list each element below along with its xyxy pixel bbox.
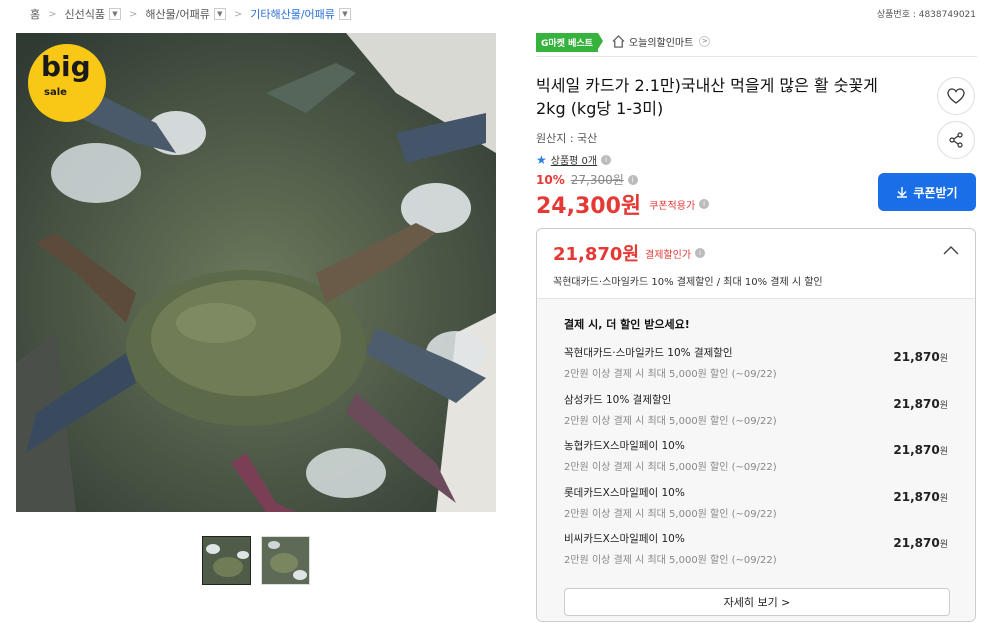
more-details-button[interactable]: 자세히 보기 > — [564, 587, 950, 616]
payment-discount-price: 21,870원 — [553, 244, 640, 265]
review-summary: ★ 상품평 0개 i — [536, 152, 977, 167]
offer-condition: 2만원 이상 결제 시 최대 5,000원 할인 (~09/22) — [564, 415, 777, 427]
wishlist-button[interactable] — [937, 77, 975, 115]
chevron-down-icon[interactable]: ▼ — [338, 8, 351, 20]
original-price: 27,300원 — [570, 173, 624, 187]
chevron-right-icon: > — [233, 8, 243, 20]
card-summary[interactable]: 21,870원 결제할인가 i 꼭현대카드·스마일카드 10% 결제할인 / 최… — [537, 229, 975, 299]
share-icon — [949, 132, 963, 148]
product-tags: G마켓 베스트 오늘의할인마트 > — [536, 30, 977, 57]
breadcrumb-label: 기타해산물/어패류 — [250, 8, 335, 21]
share-button[interactable] — [937, 121, 975, 159]
info-icon[interactable]: i — [601, 154, 612, 165]
discount-rate: 10% — [536, 172, 565, 187]
chevron-right-icon: > — [699, 35, 711, 47]
offer-name: 롯데카드X스마일페이 10% — [564, 486, 685, 499]
offer-condition: 2만원 이상 결제 시 최대 5,000원 할인 (~09/22) — [564, 555, 777, 566]
offer-name: 비씨카드X스마일페이 10% — [564, 533, 685, 545]
breadcrumb: 홈 > 신선식품 ▼ > 해산물/어패류 ▼ > 기타해산물/어패류 ▼ — [30, 5, 351, 23]
thumbnail-1[interactable] — [202, 536, 251, 585]
badge-sale-text: sale — [44, 87, 67, 98]
product-origin: 원산지 : 국산 — [536, 132, 598, 145]
breadcrumb-home-label: 홈 — [30, 8, 41, 21]
payment-discount-label: 결제할인가 — [645, 249, 692, 261]
review-link[interactable]: 상품평 0개 — [551, 152, 597, 167]
offer-item: 농협카드X스마일페이 10% 2만원 이상 결제 시 최대 5,000원 할인 … — [564, 438, 948, 485]
offer-condition: 2만원 이상 결제 시 최대 5,000원 할인 (~09/22) — [564, 369, 777, 380]
product-title: 빅세일 카드가 2.1만)국내산 먹을게 많은 활 숫꽃게 2kg (kg당 1… — [536, 76, 878, 118]
chevron-right-icon: > — [48, 8, 57, 20]
offer-amount-unit: 원 — [939, 540, 948, 550]
download-icon — [897, 187, 908, 198]
offer-amount-unit: 원 — [939, 400, 948, 411]
coupon-applied-label: 쿠폰적용가 — [649, 200, 696, 212]
gmarket-best-badge[interactable]: G마켓 베스트 — [536, 32, 603, 52]
offer-amount-value: 21,870 — [893, 396, 940, 411]
breadcrumb-home[interactable]: 홈 — [30, 6, 40, 22]
offer-item: 꼭현대카드·스마일카드 10% 결제할인 2만원 이상 결제 시 최대 5,00… — [564, 345, 948, 392]
offer-condition: 2만원 이상 결제 시 최대 5,000원 할인 (~09/22) — [564, 462, 777, 473]
offer-amount-unit: 원 — [939, 447, 948, 457]
product-info: G마켓 베스트 오늘의할인마트 > 빅세일 카드가 2.1만)국내산 먹을게 많… — [536, 30, 977, 220]
thumbnail-image — [203, 537, 250, 584]
store-name: 오늘의할인마트 — [628, 37, 694, 49]
product-main-image[interactable]: big sale — [16, 33, 496, 512]
offer-item: 삼성카드 10% 결제할인 2만원 이상 결제 시 최대 5,000원 할인 (… — [564, 392, 948, 439]
offer-amount-unit: 원 — [939, 493, 948, 504]
thumbnail-list — [202, 536, 310, 585]
breadcrumb-label: 해산물/어패류 — [145, 8, 210, 21]
offer-amount-value: 21,870 — [893, 350, 940, 364]
star-icon: ★ — [536, 152, 547, 167]
big-sale-badge: big sale — [28, 44, 106, 122]
chevron-down-icon[interactable]: ▼ — [213, 8, 226, 20]
offer-item: 비씨카드X스마일페이 10% 2만원 이상 결제 시 최대 5,000원 할인 … — [564, 531, 948, 578]
offer-amount-value: 21,870 — [893, 536, 940, 550]
offer-amount: 21,870원 — [893, 397, 948, 411]
chevron-down-icon[interactable]: ▼ — [109, 8, 121, 20]
breadcrumb-item-fresh[interactable]: 신선식품 ▼ — [65, 6, 121, 22]
offer-amount: 21,870원 — [893, 443, 948, 457]
chevron-up-icon[interactable] — [943, 245, 959, 255]
home-icon — [612, 34, 625, 48]
coupon-download-button[interactable]: 쿠폰받기 — [878, 173, 976, 211]
info-icon[interactable]: i — [695, 248, 706, 258]
info-icon[interactable]: i — [627, 174, 638, 185]
sale-price: 24,300원 — [536, 194, 642, 219]
offer-amount: 21,870원 — [893, 490, 948, 504]
offer-item: 롯데카드X스마일페이 10% 2만원 이상 결제 시 최대 5,000원 할인 … — [564, 485, 948, 532]
offer-name: 농협카드X스마일페이 10% — [564, 440, 685, 452]
coupon-button-label: 쿠폰받기 — [913, 185, 958, 200]
card-price-row: 21,870원 결제할인가 i — [553, 240, 959, 266]
offer-amount-value: 21,870 — [893, 489, 940, 504]
offer-amount: 21,870원 — [893, 350, 948, 364]
thumbnail-image — [262, 537, 309, 584]
heart-icon — [947, 88, 965, 104]
offer-name: 꼭현대카드·스마일카드 10% 결제할인 — [564, 347, 733, 359]
info-icon[interactable]: i — [699, 199, 710, 209]
breadcrumb-item-other-seafood[interactable]: 기타해산물/어패류 ▼ — [250, 6, 351, 22]
offer-amount: 21,870원 — [893, 536, 948, 550]
product-number: 상품번호 : 4838749021 — [876, 10, 976, 20]
store-link[interactable]: 오늘의할인마트 > — [612, 34, 711, 49]
payment-discount-card: 21,870원 결제할인가 i 꼭현대카드·스마일카드 10% 결제할인 / 최… — [536, 228, 976, 622]
offer-amount-value: 21,870 — [893, 443, 940, 457]
chevron-right-icon: > — [129, 8, 138, 20]
card-offers: 결제 시, 더 할인 받으세요! 꼭현대카드·스마일카드 10% 결제할인 2만… — [537, 299, 975, 621]
card-subtitle: 꼭현대카드·스마일카드 10% 결제할인 / 최대 10% 결제 시 할인 — [553, 277, 823, 288]
thumbnail-2[interactable] — [261, 536, 310, 585]
breadcrumb-label: 신선식품 — [64, 8, 105, 21]
offer-condition: 2만원 이상 결제 시 최대 5,000원 할인 (~09/22) — [564, 508, 777, 520]
badge-big-text: big — [41, 50, 91, 83]
offers-heading: 결제 시, 더 할인 받으세요! — [564, 318, 690, 331]
offer-name: 삼성카드 10% 결제할인 — [564, 393, 672, 406]
breadcrumb-item-seafood[interactable]: 해산물/어패류 ▼ — [145, 6, 226, 22]
offer-amount-unit: 원 — [939, 354, 948, 364]
